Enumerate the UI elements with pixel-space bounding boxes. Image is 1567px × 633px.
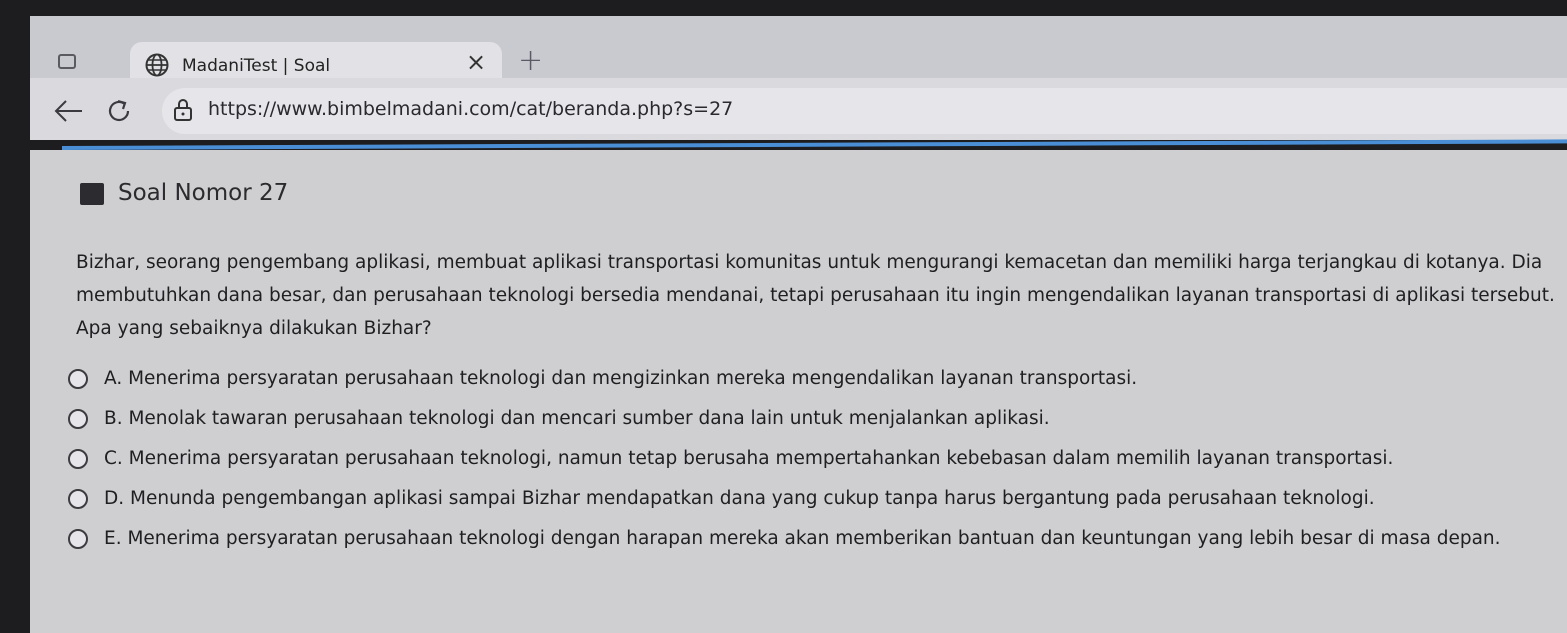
address-bar[interactable]: https://www.bimbelmadani.com/cat/beranda…	[162, 88, 1567, 134]
question-page: Soal Nomor 27 Bizhar, seorang pengembang…	[30, 150, 1567, 633]
option-a[interactable]: A. Menerima persyaratan perusahaan tekno…	[68, 362, 1558, 402]
option-label[interactable]: A. Menerima persyaratan perusahaan tekno…	[104, 362, 1554, 396]
globe-icon	[145, 53, 169, 77]
radio-button[interactable]	[68, 409, 88, 429]
browser-toolbar: https://www.bimbelmadani.com/cat/beranda…	[30, 78, 1567, 140]
url-text[interactable]: https://www.bimbelmadani.com/cat/beranda…	[208, 98, 733, 120]
question-flag-icon	[80, 183, 104, 205]
radio-button[interactable]	[68, 369, 88, 389]
question-text: Bizhar, seorang pengembang aplikasi, mem…	[76, 252, 1555, 339]
new-tab-button[interactable]: +	[518, 46, 543, 76]
option-label[interactable]: C. Menerima persyaratan perusahaan tekno…	[104, 442, 1554, 476]
option-label[interactable]: D. Menunda pengembangan aplikasi sampai …	[104, 482, 1554, 516]
radio-button[interactable]	[68, 489, 88, 509]
option-label[interactable]: B. Menolak tawaran perusahaan teknologi …	[104, 402, 1554, 436]
tab-close-button[interactable]: ×	[466, 50, 486, 74]
tab-actions-icon[interactable]	[58, 54, 76, 69]
option-b[interactable]: B. Menolak tawaran perusahaan teknologi …	[68, 402, 1558, 442]
question-title: Soal Nomor 27	[118, 180, 289, 206]
option-c[interactable]: C. Menerima persyaratan perusahaan tekno…	[68, 442, 1558, 482]
tab-strip: MadaniTest | Soal × +	[30, 16, 1567, 102]
option-e[interactable]: E. Menerima persyaratan perusahaan tekno…	[68, 522, 1558, 562]
lock-icon[interactable]	[172, 98, 194, 122]
page-load-bar	[61, 139, 1567, 150]
back-arrow-icon[interactable]	[52, 98, 86, 124]
reload-icon[interactable]	[104, 96, 134, 126]
option-d[interactable]: D. Menunda pengembangan aplikasi sampai …	[68, 482, 1558, 522]
tab-title: MadaniTest | Soal	[182, 56, 331, 76]
answer-options: A. Menerima persyaratan perusahaan tekno…	[68, 362, 1558, 562]
radio-button[interactable]	[68, 449, 88, 469]
option-label[interactable]: E. Menerima persyaratan perusahaan tekno…	[104, 522, 1554, 556]
radio-button[interactable]	[68, 529, 88, 549]
